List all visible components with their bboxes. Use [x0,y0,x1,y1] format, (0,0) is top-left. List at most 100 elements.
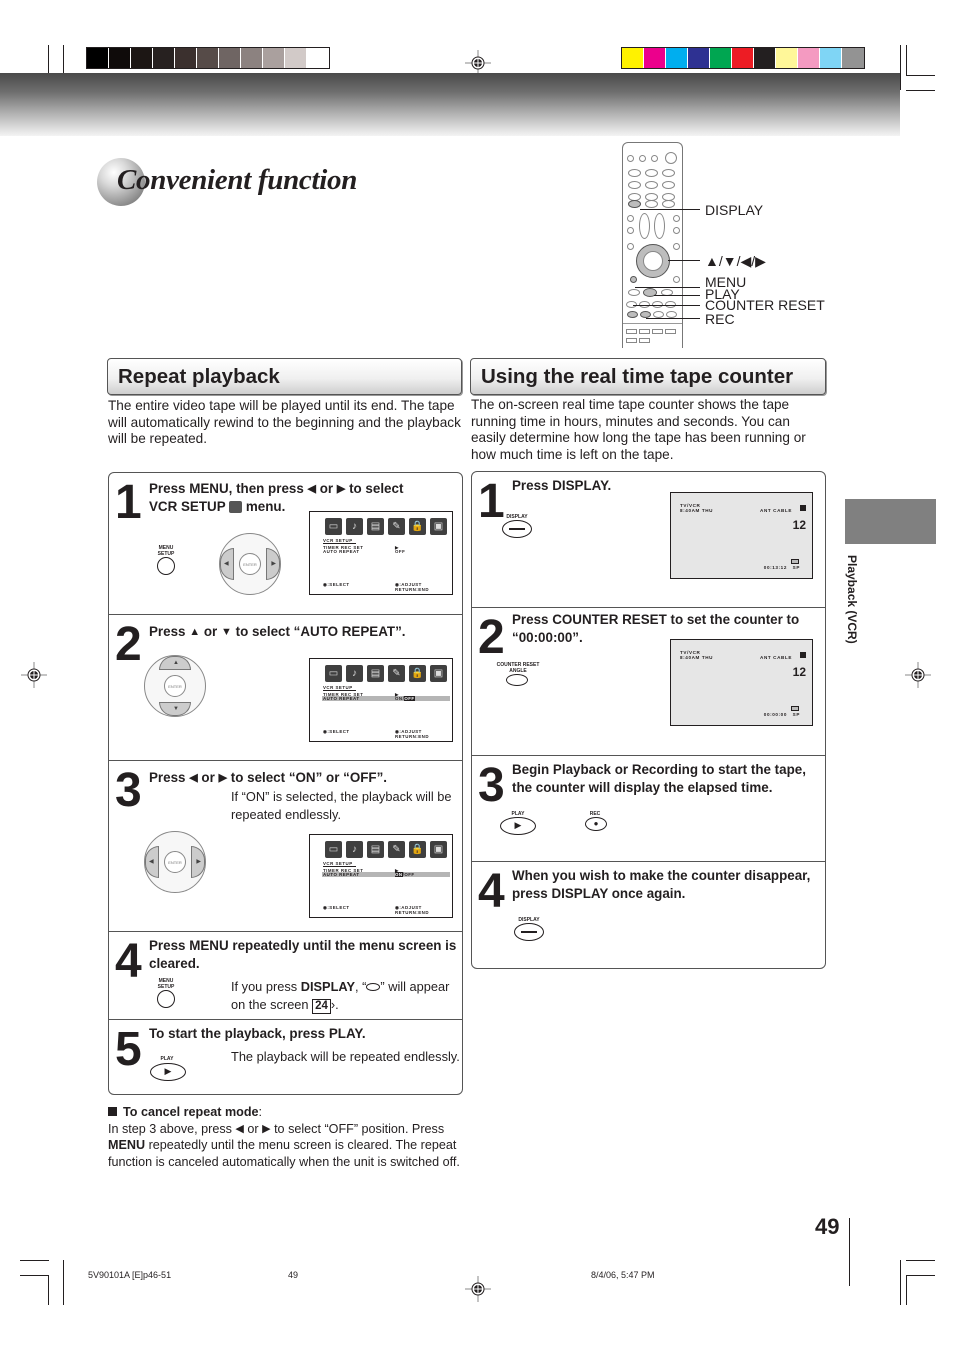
color-swatch [109,48,131,68]
color-swatch [798,48,820,68]
stop-indicator-icon [800,652,806,658]
remote-button [673,215,680,222]
remote-button [645,169,658,177]
display-button-icon [514,923,544,941]
step-title: When you wish to make the counter disapp… [512,868,811,901]
crop-mark [906,75,935,76]
remote-display-button [628,200,641,208]
tape-counter-steps-panel: 1 Press DISPLAY. DISPLAY TV/VCR 8:40AM TH… [471,471,826,969]
step-description: If you press DISPLAY, “” will appear on … [231,979,450,1014]
vcr-setup-menu-screen-on-selected: ▭ ♪ ▤ ✎ 🔒 ▣ VCR SETUP TIMER REC SET AUTO REPEAT ▶… [309,834,453,918]
step-title-text: or [319,481,334,496]
remote-button [653,311,664,318]
remote-button [665,152,677,164]
step-title-text: Press MENU, then press [149,481,304,496]
cancel-repeat-note: To cancel repeat mode: In step 3 above, … [108,1105,460,1169]
registration-mark-icon [905,662,931,688]
play-button-icon: ▶ [150,1063,186,1081]
footer-page: 49 [288,1270,299,1280]
crop-mark [63,1260,64,1305]
left-arrow-icon: ◀ [189,772,198,784]
remote-button [662,200,675,208]
remote-button [639,213,650,239]
color-swatch [732,48,754,68]
osd-return-hint: RETURN:END [395,734,430,739]
step-number: 4 [478,865,505,918]
color-swatch [263,48,285,68]
tape-counter-reset-screen: TV/VCR 8:40AM THU ANT CABLE 12 00:00:00 SP [670,639,813,726]
chapter-side-label: Playback (VCR) [842,555,862,655]
tape-icon [791,706,799,711]
step-description: The playback will be repeated endlessly. [231,1049,460,1064]
remote-button [627,243,634,250]
header-band [0,73,900,136]
counter-step-3: 3 Begin Playback or Recording to start t… [472,755,825,861]
crop-mark [900,45,901,90]
color-swatch [710,48,732,68]
tape-counter-screen: TV/VCR 8:40AM THU ANT CABLE 12 00:13:12 SP [670,492,813,579]
crop-mark [20,1260,49,1261]
crop-mark [900,1260,901,1305]
step-title-text: menu. [245,499,286,514]
registration-mark-icon [465,1276,491,1302]
step-title-text: to select [349,481,404,496]
repeat-step-4: 4 Press MENU repeatedly until the menu s… [109,931,462,1019]
menu-setup-key-label: MENU SETUP [157,545,175,557]
remote-menu-button [630,276,637,283]
setup-wrench-icon: ✎ [388,841,405,858]
color-swatch [175,48,197,68]
screen-channel: 12 [792,665,806,679]
cancel-heading: To cancel repeat mode [123,1105,259,1119]
page-title: Convenient function [117,164,358,196]
gray-calibration-bar [86,47,330,69]
callout-arrows: ▲/▼/◀/▶ [705,253,766,269]
osd-select-hint: ◉:SELECT [323,582,350,587]
right-arrow-icon: ▶ [218,772,228,784]
callout-line [633,305,700,306]
callout-line [635,287,700,288]
page-number: 49 [815,1214,840,1239]
color-swatch [776,48,798,68]
page-reference[interactable]: 24 [312,998,331,1014]
section-heading-tape-counter: Using the real time tape counter [470,358,826,395]
remote-button [626,329,637,334]
text: In step 3 above, press [108,1121,232,1136]
callout-line [668,260,700,261]
dpad-left-right-highlight-icon: ENTER ◀ ▶ [219,533,281,595]
screen-time: 8:40AM THU [680,655,714,660]
repeat-step-3: 3 Press ◀ or ▶ to select “ON” or “OFF”. … [109,760,462,931]
callout-line [640,209,700,210]
vcr-setup-icon [229,501,243,513]
remote-button [626,338,637,343]
remote-button [645,200,658,208]
tape-icon [791,559,799,564]
play-key-label: PLAY [160,1056,174,1062]
crop-mark [906,1260,935,1261]
remote-button [665,329,676,334]
callout-rec: REC [705,311,735,327]
remote-button [662,169,675,177]
setup-wrench-icon: ✎ [388,665,405,682]
screen-tape-speed: SP [792,712,800,717]
counter-reset-button-icon [506,674,528,686]
osd-return-hint: RETURN:END [395,910,430,915]
remote-button [651,155,658,162]
right-arrow-icon: ▶ [262,1122,271,1135]
step-number: 2 [478,611,505,664]
remote-counter-reset-button [627,311,638,318]
crop-mark [906,1275,907,1305]
repeat-playback-intro: The entire video tape will be played unt… [108,398,461,446]
remote-button [673,243,680,250]
crop-mark [906,1275,935,1276]
remote-button [628,169,641,177]
menu-setup-button-icon [157,990,175,1008]
counter-step-1: 1 Press DISPLAY. DISPLAY TV/VCR 8:40AM TH… [472,472,825,607]
step-number: 1 [115,476,142,529]
step-number: 5 [115,1023,142,1076]
lock-icon: 🔒 [409,665,426,682]
color-swatch [219,48,241,68]
display-button-icon [502,520,532,538]
step-title: To start the playback, press PLAY. [149,1026,366,1041]
osd-value: ON/OFF [395,872,415,877]
repeat-step-5: 5 To start the playback, press PLAY. PLA… [109,1019,462,1095]
